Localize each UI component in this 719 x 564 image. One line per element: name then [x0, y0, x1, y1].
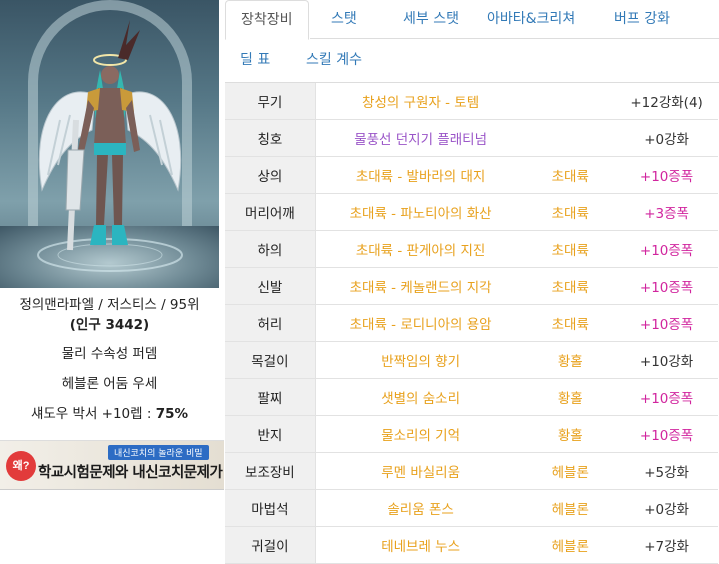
equipment-set: 헤블론 — [525, 452, 616, 490]
tab-bar: 장착장비 스탯 세부 스탯 아바타&크리쳐 버프 강화 딜 표 스킬 계수 — [225, 0, 719, 83]
equipment-row: 허리 초대륙 - 로디니아의 용암 초대륙 +10증폭 — [225, 304, 718, 342]
equipment-slot: 보조장비 — [225, 452, 316, 490]
equipment-enhancement: +7강화 — [615, 526, 718, 564]
equipment-enhancement: +10증폭 — [615, 415, 718, 453]
equipment-set — [525, 83, 616, 120]
ad-badge: 내신코치의 놀라운 비밀 — [108, 445, 209, 460]
equipment-enhancement: +5강화 — [615, 452, 718, 490]
equipment-row: 하의 초대륙 - 판게아의 지진 초대륙 +10증폭 — [225, 230, 718, 268]
character-name-line: 정의맨라파엘 / 저스티스 / 95위 — [19, 297, 200, 313]
equipment-name[interactable]: 루멘 바실리움 — [315, 452, 526, 490]
equipment-name[interactable]: 창성의 구원자 - 토템 — [315, 83, 526, 120]
character-portrait — [0, 0, 219, 288]
equipment-set: 헤블론 — [525, 489, 616, 527]
equipment-enhancement: +0강화 — [615, 119, 718, 157]
equipment-enhancement: +10증폭 — [615, 230, 718, 268]
tab-detailed-stats[interactable]: 세부 스탯 — [388, 0, 474, 38]
buff-skill-label: 섀도우 박서 +10렙 : — [30, 406, 156, 422]
equipment-slot: 머리어깨 — [225, 193, 316, 231]
equipment-enhancement: +10증폭 — [615, 156, 718, 194]
ad-banner[interactable]: 왜? 내신코치의 놀라운 비밀 학교시험문제와 내신코치문제가 — [0, 440, 224, 490]
equipment-row: 신발 초대륙 - 케놀랜드의 지각 초대륙 +10증폭 — [225, 267, 718, 305]
tab-skill-coefficient[interactable]: 스킬 계수 — [291, 41, 377, 79]
equipment-slot: 허리 — [225, 304, 316, 342]
equipment-row: 상의 초대륙 - 발바라의 대지 초대륙 +10증폭 — [225, 156, 718, 194]
ad-headline: 학교시험문제와 내신코치문제가 — [38, 465, 223, 481]
equipment-row: 귀걸이 테네브레 누스 헤블론 +7강화 — [225, 526, 718, 564]
equipment-enhancement: +0강화 — [615, 489, 718, 527]
buff-line-element: 물리 수속성 퍼뎀 — [61, 346, 158, 362]
equipment-name[interactable]: 초대륙 - 케놀랜드의 지각 — [315, 267, 526, 305]
equipment-enhancement: +10증폭 — [615, 304, 718, 342]
character-info: 정의맨라파엘 / 저스티스 / 95위 (인구 3442) 물리 수속성 퍼뎀 … — [0, 295, 219, 429]
character-figure — [37, 20, 183, 272]
equipment-set: 초대륙 — [525, 304, 616, 342]
equipment-set: 헤블론 — [525, 526, 616, 564]
equipment-slot: 신발 — [225, 267, 316, 305]
equipment-row: 무기 창성의 구원자 - 토템 +12강화(4) — [225, 83, 718, 120]
tab-buff-enhance[interactable]: 버프 강화 — [599, 0, 685, 38]
equipment-name[interactable]: 테네브레 누스 — [315, 526, 526, 564]
equipment-name[interactable]: 샛별의 숨소리 — [315, 378, 526, 416]
tab-equipment[interactable]: 장착장비 — [225, 0, 309, 40]
equipment-set — [525, 119, 616, 157]
equipment-slot: 반지 — [225, 415, 316, 453]
equipment-set: 초대륙 — [525, 193, 616, 231]
equipment-enhancement: +10강화 — [615, 341, 718, 379]
equipment-slot: 목걸이 — [225, 341, 316, 379]
equipment-slot: 칭호 — [225, 119, 316, 157]
equipment-enhancement: +10증폭 — [615, 378, 718, 416]
equipment-name[interactable]: 반짝임의 향기 — [315, 341, 526, 379]
equipment-name[interactable]: 물풍선 던지기 플래티넘 — [315, 119, 526, 157]
ad-mark-icon: 왜? — [6, 451, 36, 481]
equipment-name[interactable]: 물소리의 기억 — [315, 415, 526, 453]
equipment-row: 목걸이 반짝임의 향기 황홀 +10강화 — [225, 341, 718, 379]
equipment-set: 초대륙 — [525, 156, 616, 194]
tab-damage-table[interactable]: 딜 표 — [225, 41, 285, 79]
equipment-name[interactable]: 솔리움 폰스 — [315, 489, 526, 527]
buff-skill-value: 75% — [155, 406, 189, 422]
equipment-row: 보조장비 루멘 바실리움 헤블론 +5강화 — [225, 452, 718, 490]
equipment-row: 팔찌 샛별의 숨소리 황홀 +10증폭 — [225, 378, 718, 416]
equipment-name[interactable]: 초대륙 - 로디니아의 용암 — [315, 304, 526, 342]
tab-stats[interactable]: 스탯 — [316, 0, 372, 38]
equipment-slot: 하의 — [225, 230, 316, 268]
equipment-name[interactable]: 초대륙 - 발바라의 대지 — [315, 156, 526, 194]
equipment-row: 마법석 솔리움 폰스 헤블론 +0강화 — [225, 489, 718, 527]
equipment-slot: 무기 — [225, 83, 316, 120]
equipment-slot: 귀걸이 — [225, 526, 316, 564]
equipment-set: 황홀 — [525, 415, 616, 453]
equipment-set: 황홀 — [525, 341, 616, 379]
equipment-slot: 마법석 — [225, 489, 316, 527]
equipment-row: 칭호 물풍선 던지기 플래티넘 +0강화 — [225, 119, 718, 157]
equipment-slot: 상의 — [225, 156, 316, 194]
equipment-enhancement: +10증폭 — [615, 267, 718, 305]
equipment-table: 무기 창성의 구원자 - 토템 +12강화(4) 칭호 물풍선 던지기 플래티넘 +0강화… — [225, 83, 718, 564]
equipment-row: 반지 물소리의 기억 황홀 +10증폭 — [225, 415, 718, 453]
equipment-set: 초대륙 — [525, 230, 616, 268]
equipment-slot: 팔찌 — [225, 378, 316, 416]
buff-line-set: 헤블론 어둠 우세 — [61, 376, 158, 392]
equipment-set: 황홀 — [525, 378, 616, 416]
equipment-set: 초대륙 — [525, 267, 616, 305]
character-popularity: (인구 3442) — [69, 317, 150, 333]
tab-avatar-creature[interactable]: 아바타&크리쳐 — [472, 0, 590, 38]
equipment-enhancement: +12강화(4) — [615, 83, 718, 120]
tab-divider — [310, 38, 719, 39]
equipment-enhancement: +3증폭 — [615, 193, 718, 231]
buff-line-skill: 섀도우 박서 +10렙 : 75% — [0, 399, 219, 429]
equipment-name[interactable]: 초대륙 - 파노티아의 화산 — [315, 193, 526, 231]
equipment-name[interactable]: 초대륙 - 판게아의 지진 — [315, 230, 526, 268]
equipment-row: 머리어깨 초대륙 - 파노티아의 화산 초대륙 +3증폭 — [225, 193, 718, 231]
